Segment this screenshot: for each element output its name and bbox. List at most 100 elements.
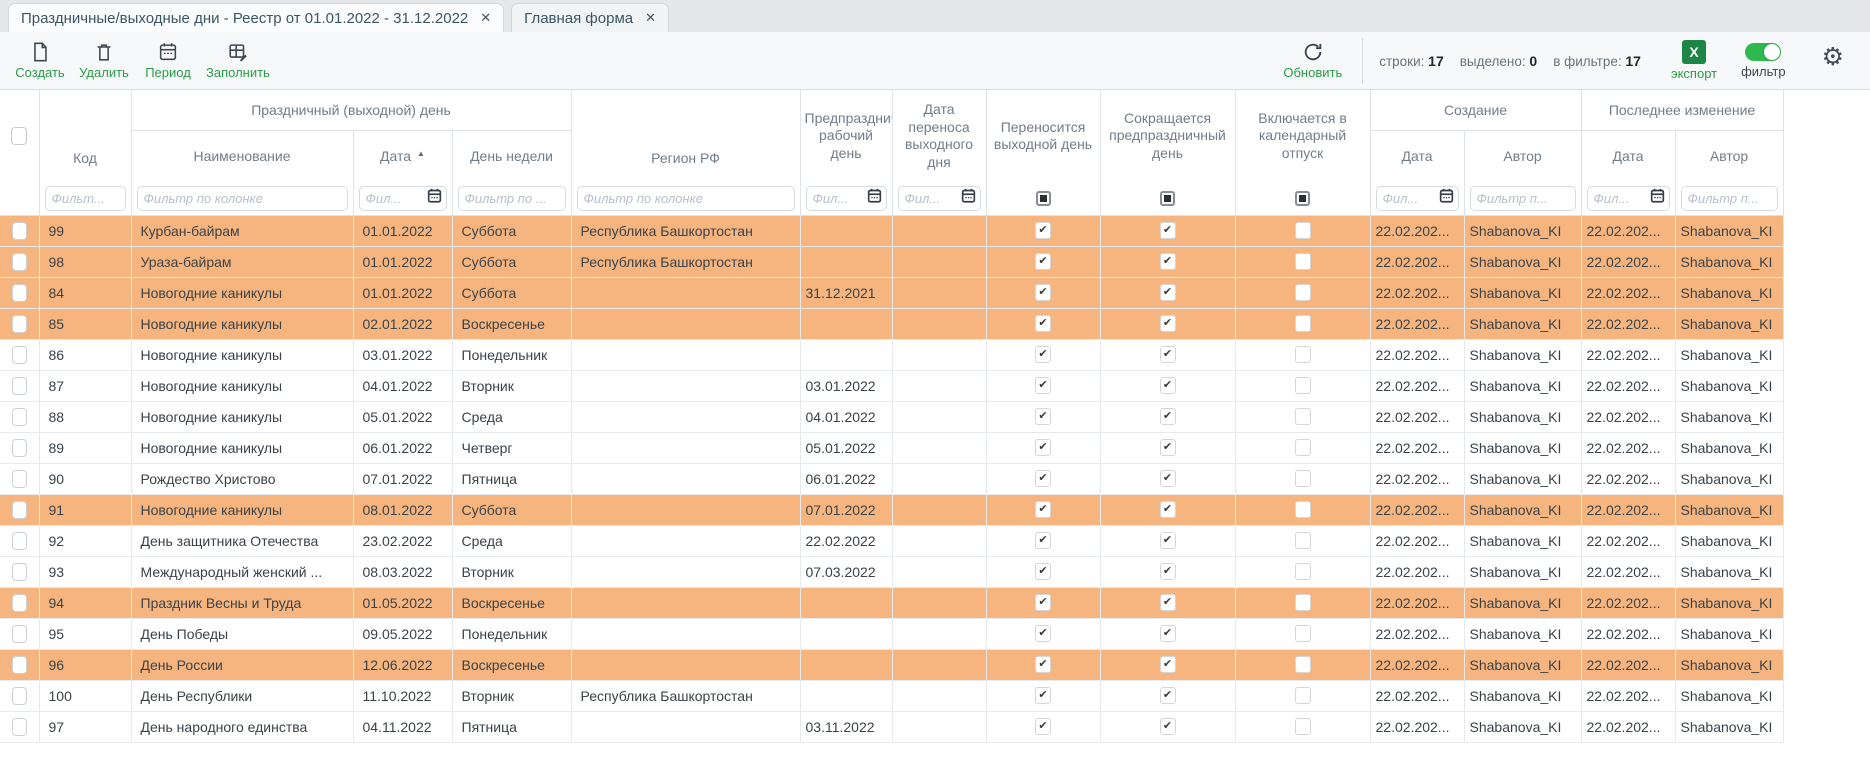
created-author-filter-input[interactable] — [1470, 186, 1576, 211]
transferred-checkbox[interactable]: ✔ — [1035, 594, 1051, 611]
filter-toggle[interactable]: фильтр — [1741, 43, 1785, 79]
row-select-checkbox[interactable] — [12, 687, 27, 705]
transferred-checkbox[interactable]: ✔ — [1035, 501, 1051, 518]
transferred-checkbox[interactable]: ✔ — [1035, 439, 1051, 456]
table-row[interactable]: 99Курбан-байрам01.01.2022СубботаРеспубли… — [0, 215, 1783, 246]
header-transferred[interactable]: Переносится выходной день — [986, 90, 1100, 182]
transferred-checkbox[interactable]: ✔ — [1035, 625, 1051, 642]
export-button[interactable]: X экспорт — [1671, 40, 1717, 81]
shortened-checkbox[interactable]: ✔ — [1160, 501, 1176, 518]
row-select-checkbox[interactable] — [12, 594, 27, 612]
row-select-checkbox[interactable] — [12, 563, 27, 581]
table-row[interactable]: 92День защитника Отечества23.02.2022Сред… — [0, 525, 1783, 556]
table-row[interactable]: 85Новогодние каникулы02.01.2022Воскресен… — [0, 308, 1783, 339]
vacation-filter-checkbox[interactable] — [1295, 191, 1310, 206]
transferred-checkbox[interactable]: ✔ — [1035, 470, 1051, 487]
select-all-checkbox[interactable] — [11, 127, 27, 145]
vacation-checkbox[interactable] — [1295, 656, 1311, 673]
row-select-checkbox[interactable] — [12, 222, 27, 240]
transferred-checkbox[interactable]: ✔ — [1035, 408, 1051, 425]
row-select-checkbox[interactable] — [12, 718, 27, 736]
transferred-checkbox[interactable]: ✔ — [1035, 377, 1051, 394]
vacation-checkbox[interactable] — [1295, 532, 1311, 549]
code-filter-input[interactable] — [45, 186, 126, 211]
vacation-checkbox[interactable] — [1295, 625, 1311, 642]
vacation-checkbox[interactable] — [1295, 594, 1311, 611]
table-row[interactable]: 88Новогодние каникулы05.01.2022Среда04.0… — [0, 401, 1783, 432]
row-select-checkbox[interactable] — [12, 625, 27, 643]
shortened-checkbox[interactable]: ✔ — [1160, 253, 1176, 270]
header-transfer-date[interactable]: Дата переноса выходного дня — [892, 90, 986, 182]
row-select-checkbox[interactable] — [12, 253, 27, 271]
vacation-checkbox[interactable] — [1295, 470, 1311, 487]
vacation-checkbox[interactable] — [1295, 718, 1311, 735]
table-row[interactable]: 90Рождество Христово07.01.2022Пятница06.… — [0, 463, 1783, 494]
delete-button[interactable]: Удалить — [78, 41, 130, 80]
row-select-checkbox[interactable] — [12, 408, 27, 426]
fill-button[interactable]: Заполнить — [206, 41, 270, 80]
shortened-checkbox[interactable]: ✔ — [1160, 718, 1176, 735]
header-name[interactable]: Наименование — [131, 130, 353, 182]
create-button[interactable]: Создать — [14, 41, 66, 80]
tab-main-form[interactable]: Главная форма ✕ — [511, 3, 669, 32]
shortened-checkbox[interactable]: ✔ — [1160, 284, 1176, 301]
header-preholiday[interactable]: Предпраздничный рабочий день — [800, 90, 892, 182]
close-icon[interactable]: ✕ — [645, 10, 656, 26]
shortened-checkbox[interactable]: ✔ — [1160, 687, 1176, 704]
period-button[interactable]: Период — [142, 41, 194, 80]
table-row[interactable]: 89Новогодние каникулы06.01.2022Четверг05… — [0, 432, 1783, 463]
row-select-checkbox[interactable] — [12, 501, 27, 519]
vacation-checkbox[interactable] — [1295, 222, 1311, 239]
modified-author-filter-input[interactable] — [1681, 186, 1778, 211]
settings-gear-icon[interactable]: ⚙ — [1822, 45, 1844, 70]
header-weekday[interactable]: День недели — [452, 130, 571, 182]
table-row[interactable]: 96День России12.06.2022Воскресенье✔✔22.0… — [0, 649, 1783, 680]
transferred-checkbox[interactable]: ✔ — [1035, 346, 1051, 363]
vacation-checkbox[interactable] — [1295, 687, 1311, 704]
region-filter-input[interactable] — [577, 186, 795, 211]
shortened-checkbox[interactable]: ✔ — [1160, 625, 1176, 642]
row-select-checkbox[interactable] — [12, 346, 27, 364]
shortened-checkbox[interactable]: ✔ — [1160, 656, 1176, 673]
shortened-checkbox[interactable]: ✔ — [1160, 532, 1176, 549]
transferred-checkbox[interactable]: ✔ — [1035, 284, 1051, 301]
shortened-checkbox[interactable]: ✔ — [1160, 563, 1176, 580]
header-code[interactable]: Код — [39, 90, 131, 182]
header-modified-date[interactable]: Дата — [1581, 130, 1675, 182]
header-vacation[interactable]: Включается в календарный отпуск — [1235, 90, 1370, 182]
transferred-filter-checkbox[interactable] — [1036, 191, 1051, 206]
calendar-icon[interactable] — [427, 188, 442, 208]
shortened-filter-checkbox[interactable] — [1160, 191, 1175, 206]
table-row[interactable]: 97День народного единства04.11.2022Пятни… — [0, 711, 1783, 742]
vacation-checkbox[interactable] — [1295, 253, 1311, 270]
shortened-checkbox[interactable]: ✔ — [1160, 222, 1176, 239]
vacation-checkbox[interactable] — [1295, 501, 1311, 518]
vacation-checkbox[interactable] — [1295, 377, 1311, 394]
header-shortened[interactable]: Сокращается предпраздничный день — [1100, 90, 1235, 182]
table-row[interactable]: 86Новогодние каникулы03.01.2022Понедельн… — [0, 339, 1783, 370]
transferred-checkbox[interactable]: ✔ — [1035, 222, 1051, 239]
table-row[interactable]: 100День Республики11.10.2022ВторникРеспу… — [0, 680, 1783, 711]
header-created-author[interactable]: Автор — [1464, 130, 1581, 182]
table-row[interactable]: 95День Победы09.05.2022Понедельник✔✔22.0… — [0, 618, 1783, 649]
shortened-checkbox[interactable]: ✔ — [1160, 470, 1176, 487]
shortened-checkbox[interactable]: ✔ — [1160, 594, 1176, 611]
table-row[interactable]: 93Международный женский ...08.03.2022Вто… — [0, 556, 1783, 587]
calendar-icon[interactable] — [1650, 188, 1665, 208]
transferred-checkbox[interactable]: ✔ — [1035, 718, 1051, 735]
table-row[interactable]: 91Новогодние каникулы08.01.2022Суббота07… — [0, 494, 1783, 525]
row-select-checkbox[interactable] — [12, 315, 27, 333]
transferred-checkbox[interactable]: ✔ — [1035, 532, 1051, 549]
transferred-checkbox[interactable]: ✔ — [1035, 315, 1051, 332]
vacation-checkbox[interactable] — [1295, 284, 1311, 301]
table-row[interactable]: 94Праздник Весны и Труда01.05.2022Воскре… — [0, 587, 1783, 618]
calendar-icon[interactable] — [1439, 188, 1454, 208]
refresh-button[interactable]: Обновить — [1283, 41, 1342, 80]
header-created-date[interactable]: Дата — [1370, 130, 1464, 182]
row-select-checkbox[interactable] — [12, 377, 27, 395]
calendar-icon[interactable] — [867, 188, 882, 208]
transferred-checkbox[interactable]: ✔ — [1035, 563, 1051, 580]
close-icon[interactable]: ✕ — [480, 10, 491, 26]
table-row[interactable]: 98Ураза-байрам01.01.2022СубботаРеспублик… — [0, 246, 1783, 277]
row-select-checkbox[interactable] — [12, 439, 27, 457]
